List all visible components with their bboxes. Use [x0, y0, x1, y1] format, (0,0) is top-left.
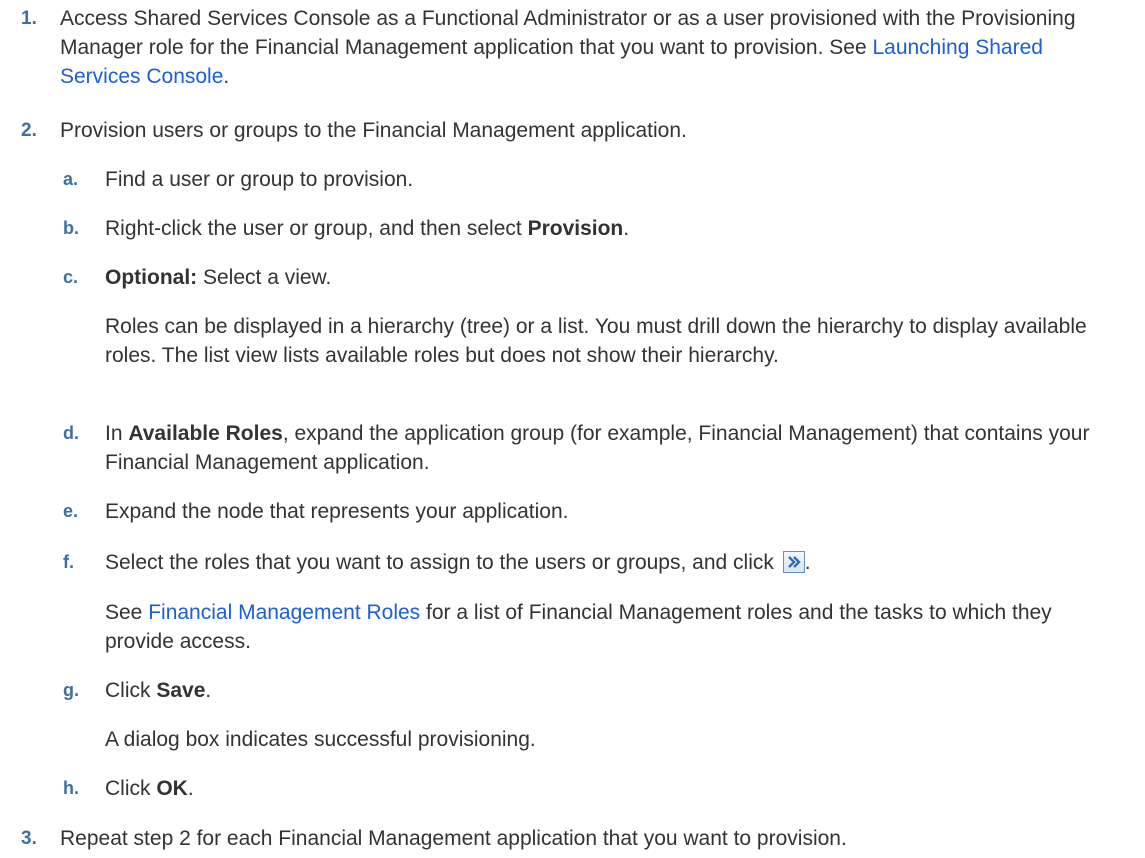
- note-text-part: See: [105, 601, 149, 624]
- substep-text-part: .: [187, 777, 194, 800]
- optional-label: Optional:: [105, 266, 198, 289]
- available-roles-label: Available Roles: [128, 422, 283, 445]
- step-number: 1.: [21, 8, 37, 29]
- substep-text-part: Select a view.: [197, 266, 332, 289]
- financial-management-roles-link[interactable]: Financial Management Roles: [148, 601, 420, 624]
- provision-menu-label: Provision: [527, 217, 624, 240]
- substep-text: Find a user or group to provision.: [105, 168, 414, 191]
- substep-text-part: .: [205, 679, 212, 702]
- substep-text: Select the roles that you want to assign…: [105, 548, 1115, 577]
- substep-letter: f.: [63, 552, 74, 572]
- step-number: 3.: [21, 828, 37, 849]
- substep-text: Optional: Select a view.: [105, 263, 1115, 292]
- substep-text-part: Right-click the user or group, and then …: [105, 217, 528, 240]
- substep-letter: a.: [63, 169, 79, 189]
- substep-text: Click OK.: [105, 774, 1115, 803]
- substep-text: Expand the node that represents your app…: [105, 500, 569, 523]
- substep-text-part: .: [804, 551, 811, 574]
- substep-text: In Available Roles, expand the applicati…: [105, 419, 1115, 477]
- step-text: Access Shared Services Console as a Func…: [60, 4, 1100, 91]
- substep-g-note: A dialog box indicates successful provis…: [105, 728, 536, 751]
- substep-letter: b.: [63, 218, 79, 238]
- step-text-part: .: [223, 65, 230, 88]
- substep-letter: e.: [63, 501, 79, 521]
- ok-label: OK: [156, 777, 188, 800]
- substep-letter: c.: [63, 267, 79, 287]
- substep-letter: g.: [63, 680, 79, 700]
- step-number: 2.: [21, 120, 37, 141]
- substep-text: Right-click the user or group, and then …: [105, 214, 1115, 243]
- substep-letter: d.: [63, 423, 79, 443]
- save-label: Save: [156, 679, 206, 702]
- substep-letter: h.: [63, 778, 79, 798]
- substep-text: Click Save.: [105, 676, 1115, 705]
- step-text: Provision users or groups to the Financi…: [60, 119, 687, 142]
- step-text: Repeat step 2 for each Financial Managem…: [60, 827, 847, 850]
- substep-text-part: Select the roles that you want to assign…: [105, 551, 780, 574]
- substep-c-note: Roles can be displayed in a hierarchy (t…: [105, 315, 1087, 367]
- substep-text-part: In: [105, 422, 129, 445]
- substep-f-note: See Financial Management Roles for a lis…: [105, 598, 1115, 656]
- substep-text-part: .: [623, 217, 630, 240]
- move-right-arrow-icon[interactable]: [782, 551, 805, 573]
- substep-text-part: Click: [105, 679, 157, 702]
- substep-text-part: Click: [105, 777, 157, 800]
